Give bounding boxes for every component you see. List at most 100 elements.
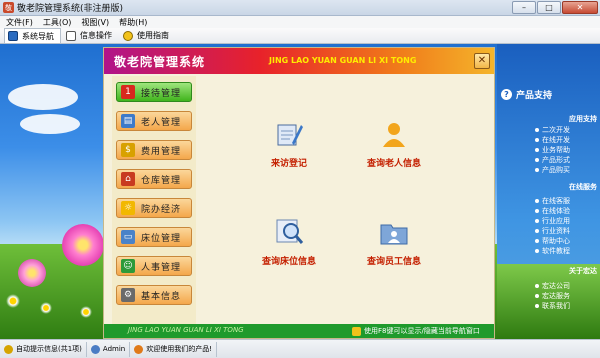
nav-label: 费用管理 [141,146,182,157]
link-service[interactable]: 宏达服务 [535,291,570,301]
bullet-icon [535,229,539,233]
link-business-help[interactable]: 业务帮助 [535,145,570,155]
tab-label: 信息操作 [80,31,112,40]
menu-tools[interactable]: 工具(O) [43,17,72,28]
feature-label: 查询员工信息 [366,257,421,267]
feature-visit-register[interactable]: 来访登记 [244,118,334,169]
tab-system-nav[interactable]: 系统导航 [4,28,61,43]
magnifier-icon [273,216,305,248]
link-industry-app[interactable]: 行业应用 [535,216,570,226]
main-subtitle: JING LAO YUAN GUAN LI XI TONG [269,56,417,65]
product-support-panel: ? 产品支持 应用支持 二次开发 在线开发 业务帮助 产品形式 产品购买 在线服… [497,44,600,339]
link-company[interactable]: 宏达公司 [535,281,570,291]
cloud [20,114,80,134]
nav-personnel[interactable]: ☺ 人事管理 [116,256,192,276]
toolbar: 系统导航 信息操作 使用指南 [0,28,600,44]
coins-icon: $ [121,143,135,157]
daisy [80,306,92,318]
nav-economy[interactable]: ☼ 院办经济 [116,198,192,218]
sun-icon: ☼ [121,201,135,215]
gear-icon: ⚙ [121,288,135,302]
bullet-icon [535,158,539,162]
daisy [6,294,20,308]
bullet-icon [535,239,539,243]
close-button[interactable]: ✕ [562,1,598,14]
app-icon: 敬 [3,2,14,13]
status-auto-tip[interactable]: 自动提示信息(共1项) [0,341,87,357]
link-online-dev[interactable]: 在线开发 [535,135,570,145]
tab-label: 系统导航 [22,31,54,41]
nav-beds[interactable]: ▭ 床位管理 [116,227,192,247]
footer-pinyin: JING LAO YUAN GUAN LI XI TONG [128,326,244,334]
link-product-form[interactable]: 产品形式 [535,155,570,165]
question-icon: ? [501,89,512,100]
menu-help[interactable]: 帮助(H) [119,17,147,28]
bullet-icon [535,209,539,213]
feature-label: 来访登记 [270,159,307,169]
bullet-icon [535,128,539,132]
nav-elder[interactable]: ▤ 老人管理 [116,111,192,131]
menu-file[interactable]: 文件(F) [6,17,33,28]
link-online-trial[interactable]: 在线体验 [535,206,570,216]
reception-icon: 1 [121,85,135,99]
link-tutorial[interactable]: 软件教程 [535,246,570,256]
nav-fees[interactable]: $ 费用管理 [116,140,192,160]
feature-query-bed[interactable]: 查询床位信息 [244,216,334,267]
daisy [40,302,52,314]
status-welcome-text: 欢迎使用我们的产品! [146,345,213,353]
bullet-icon [535,199,539,203]
feature-query-staff[interactable]: 查询员工信息 [349,216,439,267]
link-label: 产品形式 [542,156,570,164]
feature-query-elder[interactable]: 查询老人信息 [349,118,439,169]
main-close-button[interactable]: ✕ [474,53,490,69]
nav-label: 接待管理 [141,88,182,99]
nav-reception[interactable]: 1 接待管理 [116,82,192,102]
link-label: 宏达公司 [542,282,570,290]
status-bar: 自动提示信息(共1项) Admin 欢迎使用我们的产品! [0,339,600,358]
feature-label: 查询老人信息 [366,159,421,169]
status-auto-tip-text: 自动提示信息(共1项) [16,345,82,353]
support-heading-label: 产品支持 [516,91,553,101]
title-bar: 敬 敬老院管理系统(非注册版) – □ ✕ [0,0,600,16]
link-help-center[interactable]: 帮助中心 [535,236,570,246]
menu-view[interactable]: 视图(V) [81,17,109,28]
link-label: 软件教程 [542,247,570,255]
bullet-icon [535,304,539,308]
feature-label: 查询床位信息 [261,257,316,267]
link-online-cs[interactable]: 在线客服 [535,196,570,206]
link-contact[interactable]: 联系我们 [535,301,570,311]
tab-user-guide[interactable]: 使用指南 [120,28,175,43]
elder-card-icon: ▤ [121,114,135,128]
status-welcome: 欢迎使用我们的产品! [130,341,218,357]
pink-flower [62,224,104,266]
main-window: 敬老院管理系统 JING LAO YUAN GUAN LI XI TONG ✕ … [103,47,495,339]
nav-label: 人事管理 [141,262,182,273]
welcome-icon [134,344,144,354]
section-about: 关于宏达 [569,267,597,275]
link-product-buy[interactable]: 产品购买 [535,165,570,175]
link-label: 在线客服 [542,197,570,205]
tab-info-ops[interactable]: 信息操作 [63,28,118,43]
link-secondary-dev[interactable]: 二次开发 [535,125,570,135]
left-nav: 1 接待管理 ▤ 老人管理 $ 费用管理 ⌂ 仓库管理 ☼ 院办经济 ▭ 床位管… [112,76,196,324]
maximize-button[interactable]: □ [537,1,561,14]
link-industry-data[interactable]: 行业资料 [535,226,570,236]
bullet-icon [535,284,539,288]
nav-label: 院办经济 [141,204,182,215]
register-pen-icon [273,118,305,150]
status-user-text: Admin [102,345,126,353]
tip-icon [4,344,13,354]
user-icon [90,344,100,354]
hint-icon [352,326,361,336]
link-label: 在线开发 [542,136,570,144]
nav-warehouse[interactable]: ⌂ 仓库管理 [116,169,192,189]
document-icon [66,30,76,41]
monitor-icon [8,31,18,41]
bullet-icon [535,249,539,253]
minimize-button[interactable]: – [512,1,536,14]
support-heading: ? 产品支持 [501,88,552,101]
footer-hint-text: 使用F8键可以显示/隐藏当前导航窗口 [364,327,480,335]
person-search-icon [378,118,410,150]
nav-basic-info[interactable]: ⚙ 基本信息 [116,285,192,305]
nav-label: 老人管理 [141,117,182,128]
